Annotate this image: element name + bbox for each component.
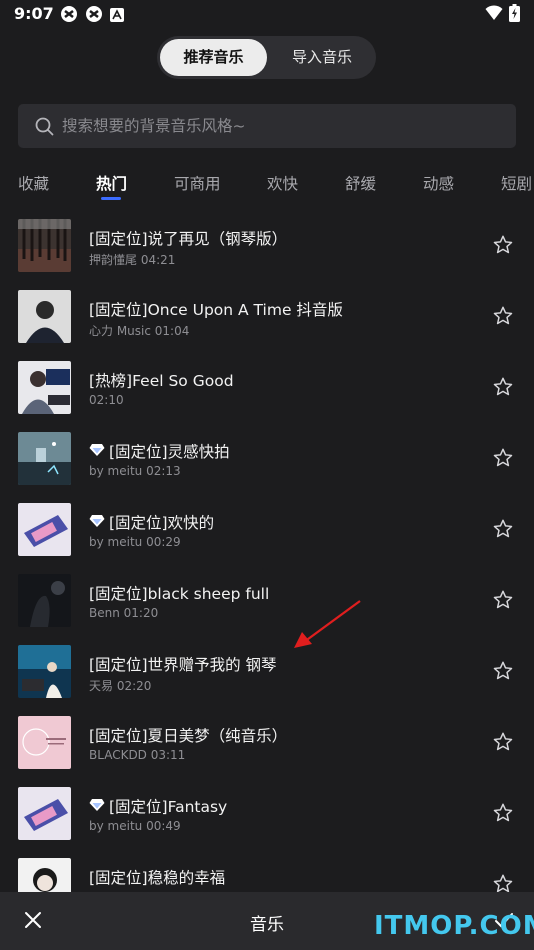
- track-title: [固定位]灵感快拍: [109, 443, 230, 461]
- site-watermark: ITMOP.COM: [374, 911, 534, 941]
- album-cover: [18, 645, 71, 698]
- track-artist-duration: Benn 01:20: [89, 606, 159, 620]
- album-cover: [18, 716, 71, 769]
- album-cover: [18, 219, 71, 272]
- tab-hot[interactable]: 热门: [96, 172, 127, 194]
- tab-soothing[interactable]: 舒缓: [345, 172, 376, 194]
- favorite-star-icon[interactable]: [492, 447, 514, 473]
- favorite-star-icon[interactable]: [492, 802, 514, 828]
- track-title: [固定位]夏日美梦（纯音乐）: [89, 727, 288, 745]
- track-title: [固定位]black sheep full: [89, 585, 270, 603]
- status-time: 9:07: [14, 4, 54, 23]
- track-title: [固定位]Fantasy: [109, 798, 228, 816]
- track-artist-duration: 天易 02:20: [89, 679, 152, 693]
- font-notification-icon: [110, 7, 124, 26]
- music-list-item[interactable]: [固定位]灵感快拍 by meitu 02:13: [0, 421, 534, 492]
- wifi-icon: [485, 5, 503, 25]
- vip-diamond-icon: [89, 513, 105, 532]
- tab-commercial[interactable]: 可商用: [174, 172, 221, 194]
- music-list-item[interactable]: [热榜]Feel So Good 02:10: [0, 350, 534, 421]
- tab-short-drama[interactable]: 短剧: [501, 172, 532, 194]
- track-artist-duration: 心力 Music 01:04: [89, 324, 190, 338]
- track-artist-duration: by meitu 00:49: [89, 819, 181, 833]
- active-tab-indicator: [101, 197, 121, 200]
- track-artist-duration: by meitu 02:13: [89, 464, 181, 478]
- favorite-star-icon[interactable]: [492, 234, 514, 260]
- search-icon: [35, 117, 54, 140]
- battery-charging-icon: [509, 4, 520, 26]
- track-artist-duration: 02:10: [89, 393, 124, 407]
- album-cover: [18, 432, 71, 485]
- status-bar: 9:07: [0, 0, 534, 28]
- favorite-star-icon[interactable]: [492, 731, 514, 757]
- favorite-star-icon[interactable]: [492, 589, 514, 615]
- music-list-item[interactable]: [固定位]世界赠予我的 钢琴 天易 02:20: [0, 634, 534, 705]
- tab-dynamic[interactable]: 动感: [423, 172, 454, 194]
- favorite-star-icon[interactable]: [492, 518, 514, 544]
- favorite-star-icon[interactable]: [492, 305, 514, 331]
- search-bar[interactable]: [18, 104, 516, 148]
- music-list-item[interactable]: [固定位]Fantasy by meitu 00:49: [0, 776, 534, 847]
- favorite-star-icon[interactable]: [492, 660, 514, 686]
- album-cover: [18, 503, 71, 556]
- status-notification-icons: [60, 5, 124, 27]
- search-input[interactable]: [62, 104, 502, 148]
- track-artist-duration: by meitu 00:29: [89, 535, 181, 549]
- favorite-star-icon[interactable]: [492, 376, 514, 402]
- track-artist-duration: BLACKDD 03:11: [89, 748, 186, 762]
- annotation-arrow: [290, 598, 365, 654]
- category-tabs: 收藏 热门 可商用 欢快 舒缓 动感 短剧: [0, 170, 534, 204]
- album-cover: [18, 290, 71, 343]
- album-cover: [18, 787, 71, 840]
- import-music-tab[interactable]: 导入音乐: [270, 39, 374, 76]
- music-list-item[interactable]: [固定位]black sheep full Benn 01:20: [0, 563, 534, 634]
- tab-cheerful[interactable]: 欢快: [267, 172, 298, 194]
- music-list-item[interactable]: [固定位]欢快的 by meitu 00:29: [0, 492, 534, 563]
- vip-diamond-icon: [89, 797, 105, 816]
- notification-app-icon: [60, 5, 78, 27]
- track-artist-duration: 押韵懂尾 04:21: [89, 253, 176, 267]
- vip-diamond-icon: [89, 442, 105, 461]
- track-title: [固定位]欢快的: [109, 514, 215, 532]
- album-cover: [18, 574, 71, 627]
- track-title: [固定位]说了再见（钢琴版）: [89, 230, 288, 248]
- notification-app-icon: [85, 5, 103, 27]
- recommended-music-tab[interactable]: 推荐音乐: [160, 39, 267, 76]
- status-system-icons: [485, 4, 520, 26]
- music-list-item[interactable]: [固定位]夏日美梦（纯音乐） BLACKDD 03:11: [0, 705, 534, 776]
- track-title: [固定位]Once Upon A Time 抖音版: [89, 301, 343, 319]
- music-source-switch: 推荐音乐 导入音乐: [157, 36, 376, 79]
- tab-favorites[interactable]: 收藏: [18, 172, 49, 194]
- track-title: [固定位]稳稳的幸福: [89, 869, 226, 887]
- track-title: [热榜]Feel So Good: [89, 372, 234, 390]
- music-list-item[interactable]: [固定位]说了再见（钢琴版） 押韵懂尾 04:21: [0, 208, 534, 279]
- track-title: [固定位]世界赠予我的 钢琴: [89, 656, 277, 674]
- music-list-item[interactable]: [固定位]Once Upon A Time 抖音版 心力 Music 01:04: [0, 279, 534, 350]
- album-cover: [18, 361, 71, 414]
